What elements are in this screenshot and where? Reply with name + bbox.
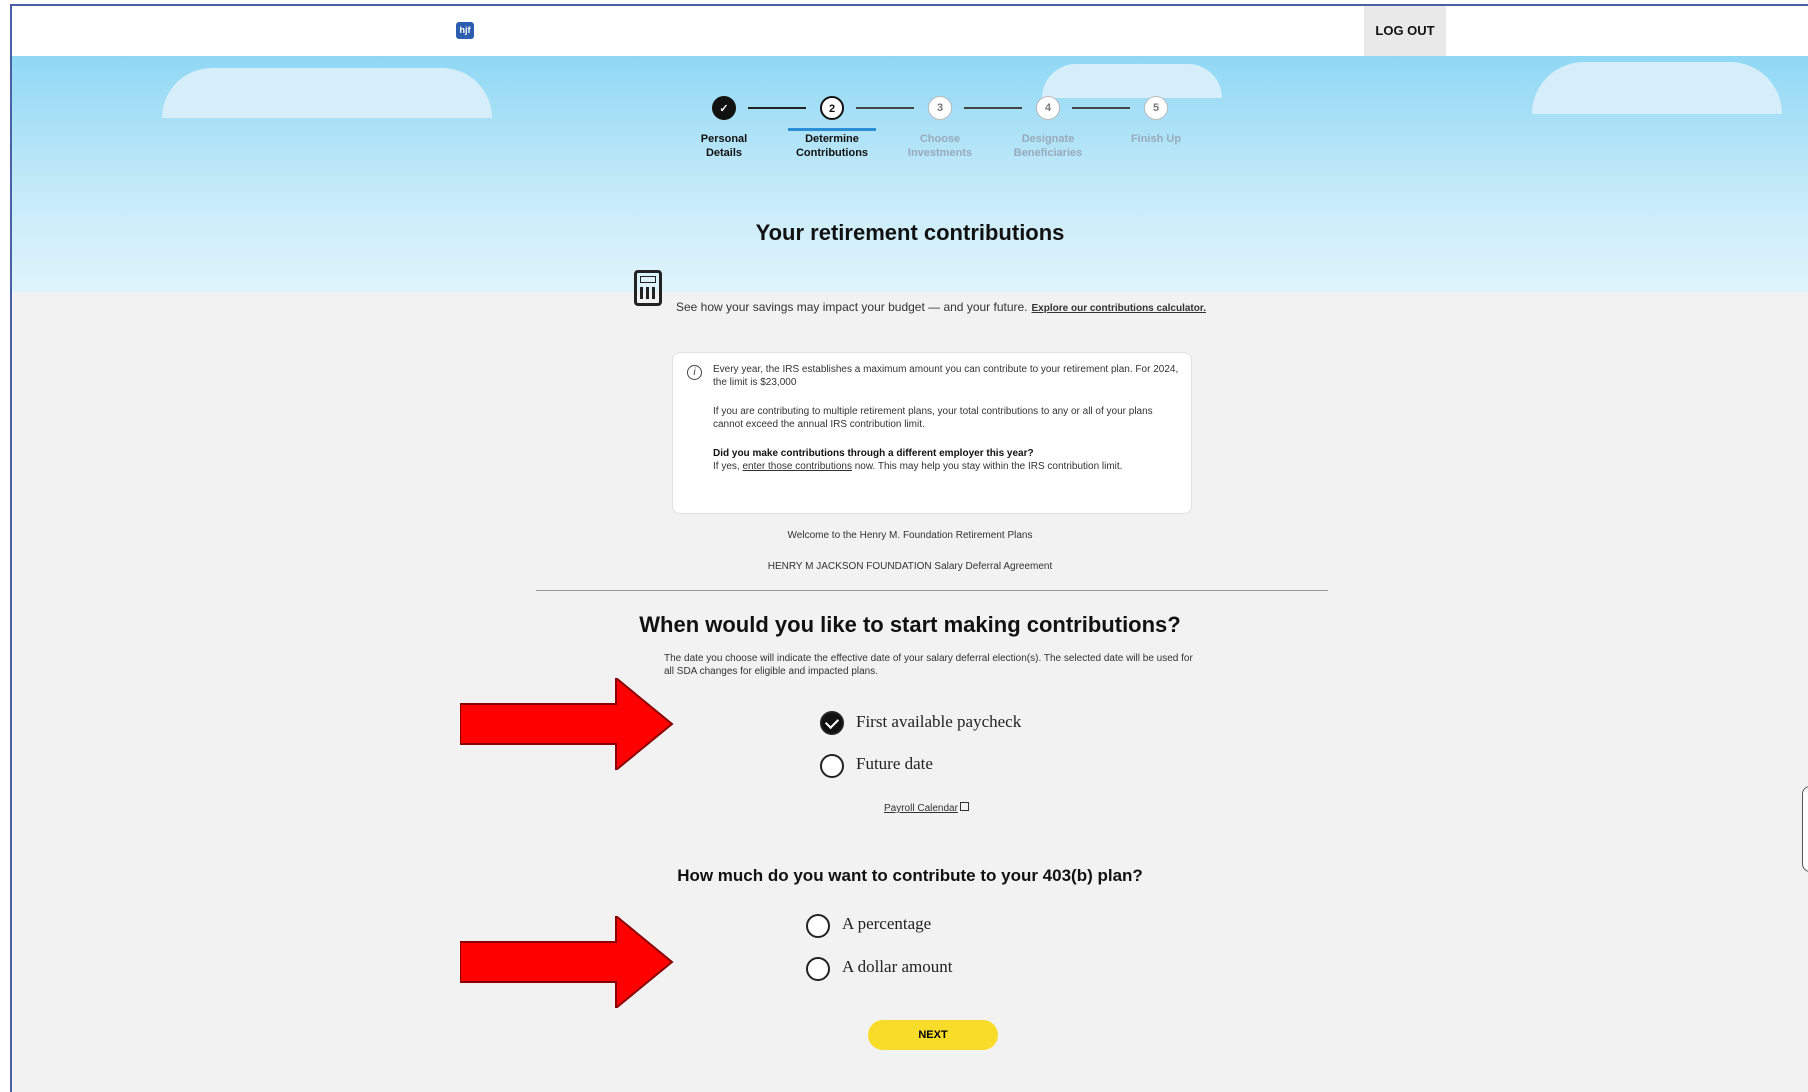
amount-heading: How much do you want to contribute to yo… xyxy=(677,866,1143,885)
step-5-label: Finish Up xyxy=(1101,132,1211,146)
progress-stepper: ✓ 2 3 4 5 Personal Details Determine Con… xyxy=(12,90,1808,170)
step-2-label-line1: Determine xyxy=(805,133,859,145)
calculator-text: See how your savings may impact your bud… xyxy=(676,300,1206,314)
payroll-calendar-text: Payroll Calendar xyxy=(884,803,958,814)
hjf-logo[interactable]: hjf xyxy=(456,22,474,39)
percentage-radio[interactable] xyxy=(806,914,830,938)
info-icon: i xyxy=(687,365,702,380)
payroll-calendar-link[interactable]: Payroll Calendar xyxy=(884,802,969,814)
current-step-indicator xyxy=(788,128,876,131)
red-arrow-annotation xyxy=(460,916,674,1008)
step-4-circle: 4 xyxy=(1036,96,1060,120)
enter-contributions-link[interactable]: enter those contributions xyxy=(742,461,852,472)
other-employer-question: Did you make contributions through a dif… xyxy=(713,448,1034,459)
step-connector xyxy=(856,107,914,109)
step-3-label-line1: Choose xyxy=(919,133,961,145)
app-window: hjf LOG OUT ✓ 2 3 4 5 Personal Details D… xyxy=(10,4,1808,1092)
step-connector xyxy=(1072,107,1130,109)
step-1-check-icon[interactable]: ✓ xyxy=(712,96,736,120)
step-2-label-line2: Contributions xyxy=(795,147,869,159)
step-connector xyxy=(964,107,1022,109)
step-4-label: Designate Beneficiaries xyxy=(993,132,1103,160)
irs-info-box: i Every year, the IRS establishes a maxi… xyxy=(672,352,1192,514)
dollar-amount-radio[interactable] xyxy=(806,957,830,981)
agreement-text: HENRY M JACKSON FOUNDATION Salary Deferr… xyxy=(767,561,1053,572)
other-employer-prefix: If yes, xyxy=(713,461,743,472)
welcome-text: Welcome to the Henry M. Foundation Retir… xyxy=(787,530,1033,541)
step-3-circle: 3 xyxy=(928,96,952,120)
other-employer-text: If yes, enter those contributions now. T… xyxy=(713,460,1181,473)
future-date-radio[interactable] xyxy=(820,754,844,778)
external-link-icon xyxy=(959,802,969,811)
calculator-icon xyxy=(634,270,662,306)
step-1-label[interactable]: Personal Details xyxy=(669,132,779,160)
step-2-circle[interactable]: 2 xyxy=(820,96,844,120)
step-3-label-line2: Investments xyxy=(907,147,973,159)
dollar-amount-label[interactable]: A dollar amount xyxy=(842,957,952,977)
calculator-link[interactable]: Explore our contributions calculator. xyxy=(1032,303,1206,314)
step-5-circle: 5 xyxy=(1144,96,1168,120)
logout-button[interactable]: LOG OUT xyxy=(1364,6,1446,56)
next-button[interactable]: NEXT xyxy=(868,1020,998,1050)
step-3-label: Choose Investments xyxy=(885,132,995,160)
section-divider xyxy=(536,590,1328,591)
start-contributions-heading: When would you like to start making cont… xyxy=(639,612,1181,637)
future-date-label[interactable]: Future date xyxy=(856,754,933,774)
other-employer-suffix: now. This may help you stay within the I… xyxy=(851,461,1123,472)
start-contributions-description: The date you choose will indicate the ef… xyxy=(664,653,1193,677)
step-4-label-line1: Designate xyxy=(1021,133,1075,145)
page-title: Your retirement contributions xyxy=(755,220,1065,245)
step-1-label-line2: Details xyxy=(705,147,743,159)
step-1-label-line1: Personal xyxy=(700,133,748,145)
irs-limit-text: Every year, the IRS establishes a maximu… xyxy=(713,364,1179,388)
red-arrow-annotation xyxy=(460,678,674,770)
step-5-label-line1: Finish Up xyxy=(1130,133,1182,145)
multiple-plans-text: If you are contributing to multiple reti… xyxy=(713,406,1153,430)
first-paycheck-radio[interactable] xyxy=(820,711,844,735)
calculator-description: See how your savings may impact your bud… xyxy=(676,300,1028,314)
side-feedback-tab[interactable] xyxy=(1802,786,1808,872)
step-2-label[interactable]: Determine Contributions xyxy=(777,132,887,160)
top-bar: hjf LOG OUT xyxy=(12,6,1808,56)
step-4-label-line2: Beneficiaries xyxy=(1013,147,1083,159)
percentage-label[interactable]: A percentage xyxy=(842,914,931,934)
step-connector xyxy=(748,107,806,109)
first-paycheck-label[interactable]: First available paycheck xyxy=(856,712,1021,732)
